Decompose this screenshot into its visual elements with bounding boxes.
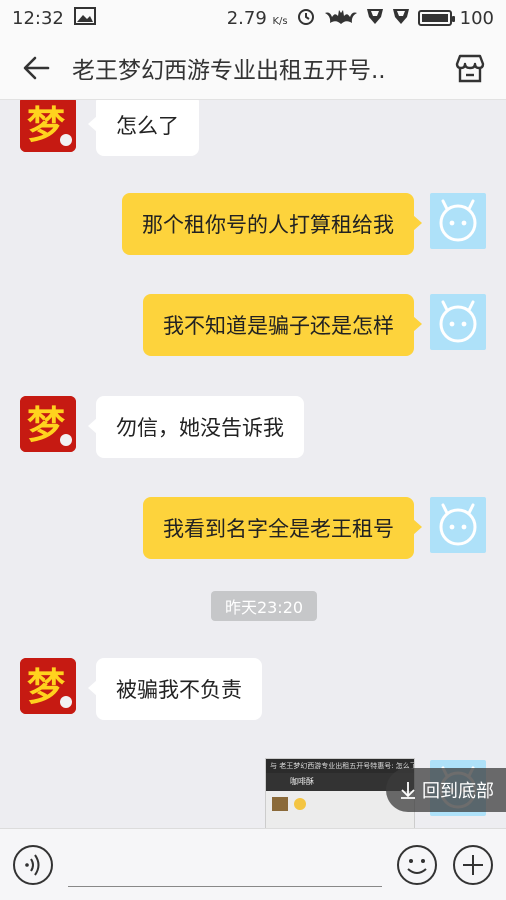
emoji-button[interactable]	[396, 844, 438, 886]
message-input[interactable]	[68, 843, 382, 887]
store-button[interactable]	[452, 50, 488, 86]
scroll-to-bottom-button[interactable]: 回到底部	[386, 768, 506, 812]
more-button[interactable]	[452, 844, 494, 886]
status-bar: 12:32 2.79 K/s 100	[0, 0, 506, 36]
battery-percent: 100	[459, 7, 494, 29]
message-row: 梦 勿信，她没告诉我	[0, 394, 506, 460]
net-speed: 2.79 K/s	[226, 7, 288, 29]
voice-icon	[13, 845, 53, 885]
message-bubble[interactable]: 我看到名字全是老王租号	[143, 497, 422, 559]
scroll-to-bottom-label: 回到底部	[422, 781, 494, 802]
game-avatar[interactable]: 梦	[20, 658, 76, 714]
status-time: 12:32	[12, 7, 64, 29]
message-row: 梦 被骗我不负责	[0, 656, 506, 722]
message-row: 梦 怎么了	[0, 100, 506, 160]
battery-icon	[417, 10, 455, 26]
arrow-left-icon	[23, 56, 50, 79]
game-avatar[interactable]: 梦	[20, 396, 76, 452]
back-button[interactable]	[0, 36, 72, 100]
timestamp-badge: 昨天23:20	[211, 591, 317, 621]
thumb-header: 与 老王梦幻西游专业出租五开号特惠号: 怎么了	[266, 759, 414, 773]
voice-button[interactable]	[12, 844, 54, 886]
message-row: 那个租你号的人打算租给我	[0, 192, 506, 258]
message-bubble[interactable]: 勿信，她没告诉我	[88, 396, 304, 458]
message-bubble[interactable]: 怎么了	[88, 100, 199, 156]
store-icon	[455, 54, 485, 83]
input-bar	[0, 828, 506, 900]
message-row: 我看到名字全是老王租号	[0, 496, 506, 562]
message-bubble[interactable]: 被骗我不负责	[88, 658, 262, 720]
page-title: 老王梦幻西游专业出租五开号..	[72, 57, 386, 84]
my-avatar[interactable]	[430, 497, 486, 553]
svg-text:梦: 梦	[27, 403, 65, 447]
smiley-icon	[397, 845, 437, 885]
game-avatar[interactable]: 梦	[20, 100, 76, 152]
decepticon-icon-2	[392, 7, 410, 30]
arrow-down-icon	[401, 782, 415, 799]
chat-header: 老王梦幻西游专业出租五开号..	[0, 36, 506, 100]
batman-icon	[324, 7, 358, 30]
gallery-notification-icon	[73, 6, 96, 30]
my-avatar[interactable]	[430, 294, 486, 350]
svg-text:梦: 梦	[27, 665, 65, 709]
chat-area[interactable]: 梦 怎么了 那个租你号的人打算租给我 我不知道是骗子还是怎样 梦 勿信，她没告诉…	[0, 100, 506, 828]
emoji-icon	[294, 798, 306, 810]
message-row: 我不知道是骗子还是怎样	[0, 294, 506, 360]
decepticon-icon	[366, 7, 384, 30]
plus-icon	[453, 845, 493, 885]
svg-text:梦: 梦	[27, 103, 65, 147]
thumb-avatar	[272, 797, 288, 811]
my-avatar[interactable]	[430, 193, 486, 249]
message-bubble[interactable]: 我不知道是骗子还是怎样	[143, 294, 422, 356]
alarm-icon	[296, 6, 316, 31]
message-bubble[interactable]: 那个租你号的人打算租给我	[122, 193, 422, 255]
